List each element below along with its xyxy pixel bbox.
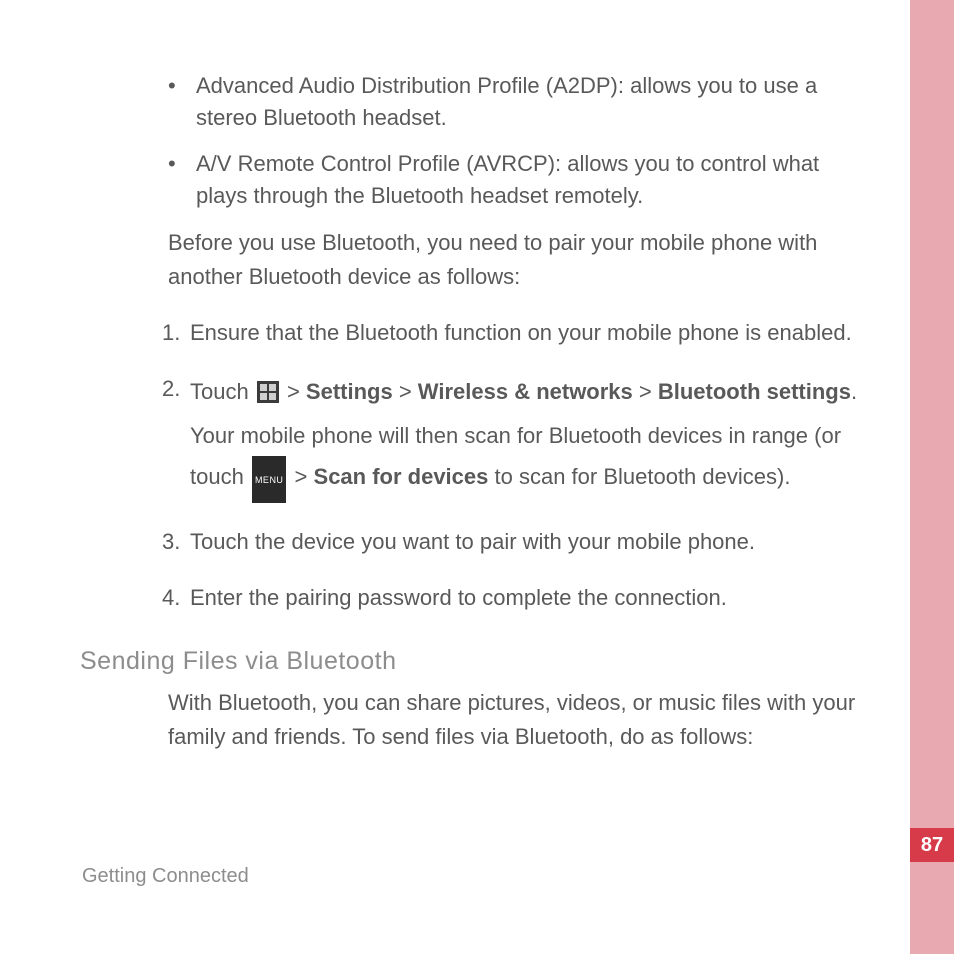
path-wireless-networks: Wireless & networks	[418, 379, 633, 404]
path-settings: Settings	[306, 379, 393, 404]
path-bluetooth-settings: Bluetooth settings	[658, 379, 851, 404]
step-item: 4. Enter the pairing password to complet…	[162, 581, 860, 615]
text-fragment: >	[633, 379, 658, 404]
step-text: Ensure that the Bluetooth function on yo…	[190, 316, 852, 350]
text-fragment: >	[281, 379, 306, 404]
step-text: Enter the pairing password to complete t…	[190, 581, 727, 615]
page-content: • Advanced Audio Distribution Profile (A…	[80, 70, 860, 764]
step-number: 3.	[162, 525, 190, 559]
step-item: 2. Touch > Settings > Wireless & network…	[162, 372, 860, 503]
step-number: 1.	[162, 316, 190, 350]
step-number: 2.	[162, 372, 190, 503]
step-item: 3. Touch the device you want to pair wit…	[162, 525, 860, 559]
section-heading: Sending Files via Bluetooth	[80, 647, 860, 676]
text-fragment: Touch	[190, 379, 255, 404]
bullet-marker: •	[80, 70, 190, 134]
page-number: 87	[921, 834, 943, 857]
page-number-tab: 87	[910, 828, 954, 862]
step-number: 4.	[162, 581, 190, 615]
side-accent-bar	[910, 0, 954, 954]
apps-grid-icon	[257, 376, 279, 416]
section-paragraph: With Bluetooth, you can share pictures, …	[168, 686, 860, 754]
step-text: Touch > Settings > Wireless & networks >…	[190, 372, 860, 503]
bullet-marker: •	[80, 148, 190, 212]
step-text: Touch the device you want to pair with y…	[190, 525, 755, 559]
intro-paragraph: Before you use Bluetooth, you need to pa…	[168, 226, 860, 294]
menu-key-icon: MENU	[252, 456, 287, 503]
bullet-text: Advanced Audio Distribution Profile (A2D…	[190, 70, 860, 134]
path-scan-for-devices: Scan for devices	[314, 464, 489, 489]
bullet-text: A/V Remote Control Profile (AVRCP): allo…	[190, 148, 860, 212]
bullet-item: • A/V Remote Control Profile (AVRCP): al…	[80, 148, 860, 212]
bullet-item: • Advanced Audio Distribution Profile (A…	[80, 70, 860, 134]
text-fragment: >	[393, 379, 418, 404]
step-item: 1. Ensure that the Bluetooth function on…	[162, 316, 860, 350]
footer-chapter-title: Getting Connected	[82, 865, 249, 888]
text-fragment: >	[288, 464, 313, 489]
text-fragment: to scan for Bluetooth devices).	[488, 464, 790, 489]
